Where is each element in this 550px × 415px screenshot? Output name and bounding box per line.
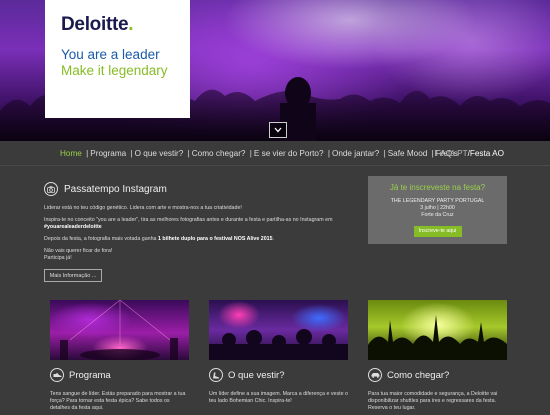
nav-links: Home | Programa | O que vestir? | Como cheg… — [60, 149, 458, 158]
card-desc-programa: Tens sangue de líder. Estás preparado pa… — [50, 391, 186, 411]
card-desc-como-chegar: Para tua maior comodidade e segurança, a… — [368, 391, 498, 411]
instagram-paragraph-2: Inspira-te no conceito "you are a leader… — [44, 217, 333, 223]
instagram-paragraph-4: Não vais querer ficar de fora! — [44, 248, 113, 254]
shoe-icon — [209, 368, 223, 382]
tagline-leader: You are a leader — [61, 47, 160, 62]
card-label: Programa — [69, 369, 111, 381]
card-label: O que vestir? — [228, 369, 285, 381]
logo-card: Deloitte. You are a leader Make it legen… — [45, 0, 190, 118]
register-title: Já te inscreveste na festa? — [389, 183, 486, 192]
event-location: Forte da Cruz — [421, 212, 454, 218]
nav-item-onde-jantar[interactable]: Onde jantar? — [332, 149, 379, 158]
como-chegar-image[interactable] — [368, 300, 507, 360]
instagram-section-title: Passatempo Instagram — [44, 182, 167, 196]
scroll-down-button[interactable] — [269, 122, 287, 138]
instagram-prize-text: Depois da festa, a fotografia mais votad… — [44, 236, 275, 242]
nav-item-home[interactable]: Home — [60, 149, 82, 158]
card-label: Como chegar? — [387, 369, 450, 381]
main-nav: Home | Programa | O que vestir? | Como cheg… — [0, 141, 550, 166]
card-title-como-chegar[interactable]: Como chegar? — [368, 368, 449, 382]
event-date: 3 julho | 22h00 — [420, 205, 455, 211]
card-title-o-que-vestir[interactable]: O que vestir? — [209, 368, 285, 382]
chevron-down-icon — [274, 127, 282, 133]
lang-ao-link[interactable]: Festa AO — [470, 149, 504, 158]
lang-pt-link[interactable]: Festa PT — [434, 149, 467, 158]
deloitte-logo[interactable]: Deloitte. — [61, 14, 134, 36]
nav-item-programa[interactable]: Programa — [90, 149, 126, 158]
nav-item-porto[interactable]: E se vier do Porto? — [254, 149, 324, 158]
hero-banner: Deloitte. You are a leader Make it legen… — [0, 0, 550, 141]
instagram-heading: Passatempo Instagram — [64, 183, 167, 195]
card-desc-o-que-vestir: Um líder define a sua imagem. Marca a di… — [209, 391, 348, 404]
register-button[interactable]: Inscreve-te aqui — [413, 226, 462, 237]
card-title-programa[interactable]: Programa — [50, 368, 111, 382]
car-icon — [368, 368, 382, 382]
register-box: Já te inscreveste na festa? THE LEGENDAR… — [368, 176, 507, 244]
nav-item-safe-mood[interactable]: Safe Mood — [388, 149, 428, 158]
nav-item-o-que-vestir[interactable]: O que vestir? — [135, 149, 184, 158]
language-switch: Festa PT/Festa AO — [434, 149, 504, 158]
camera-icon — [44, 182, 58, 196]
sneaker-icon — [50, 368, 64, 382]
programa-image[interactable] — [50, 300, 189, 360]
instagram-paragraph-5: Participa já! — [44, 255, 72, 261]
tagline-legendary: Make it legendary — [61, 63, 168, 78]
instagram-paragraph-1: Liderar está no teu código genético. Lid… — [44, 205, 242, 211]
event-name: THE LEGENDARY PARTY PORTUGAL — [390, 198, 485, 204]
instagram-hashtag[interactable]: #youarealeaderdeloitte — [44, 224, 102, 231]
o-que-vestir-image[interactable] — [209, 300, 348, 360]
nav-item-como-chegar[interactable]: Como chegar? — [192, 149, 246, 158]
more-info-button[interactable]: Mais Informação ... — [44, 269, 102, 282]
